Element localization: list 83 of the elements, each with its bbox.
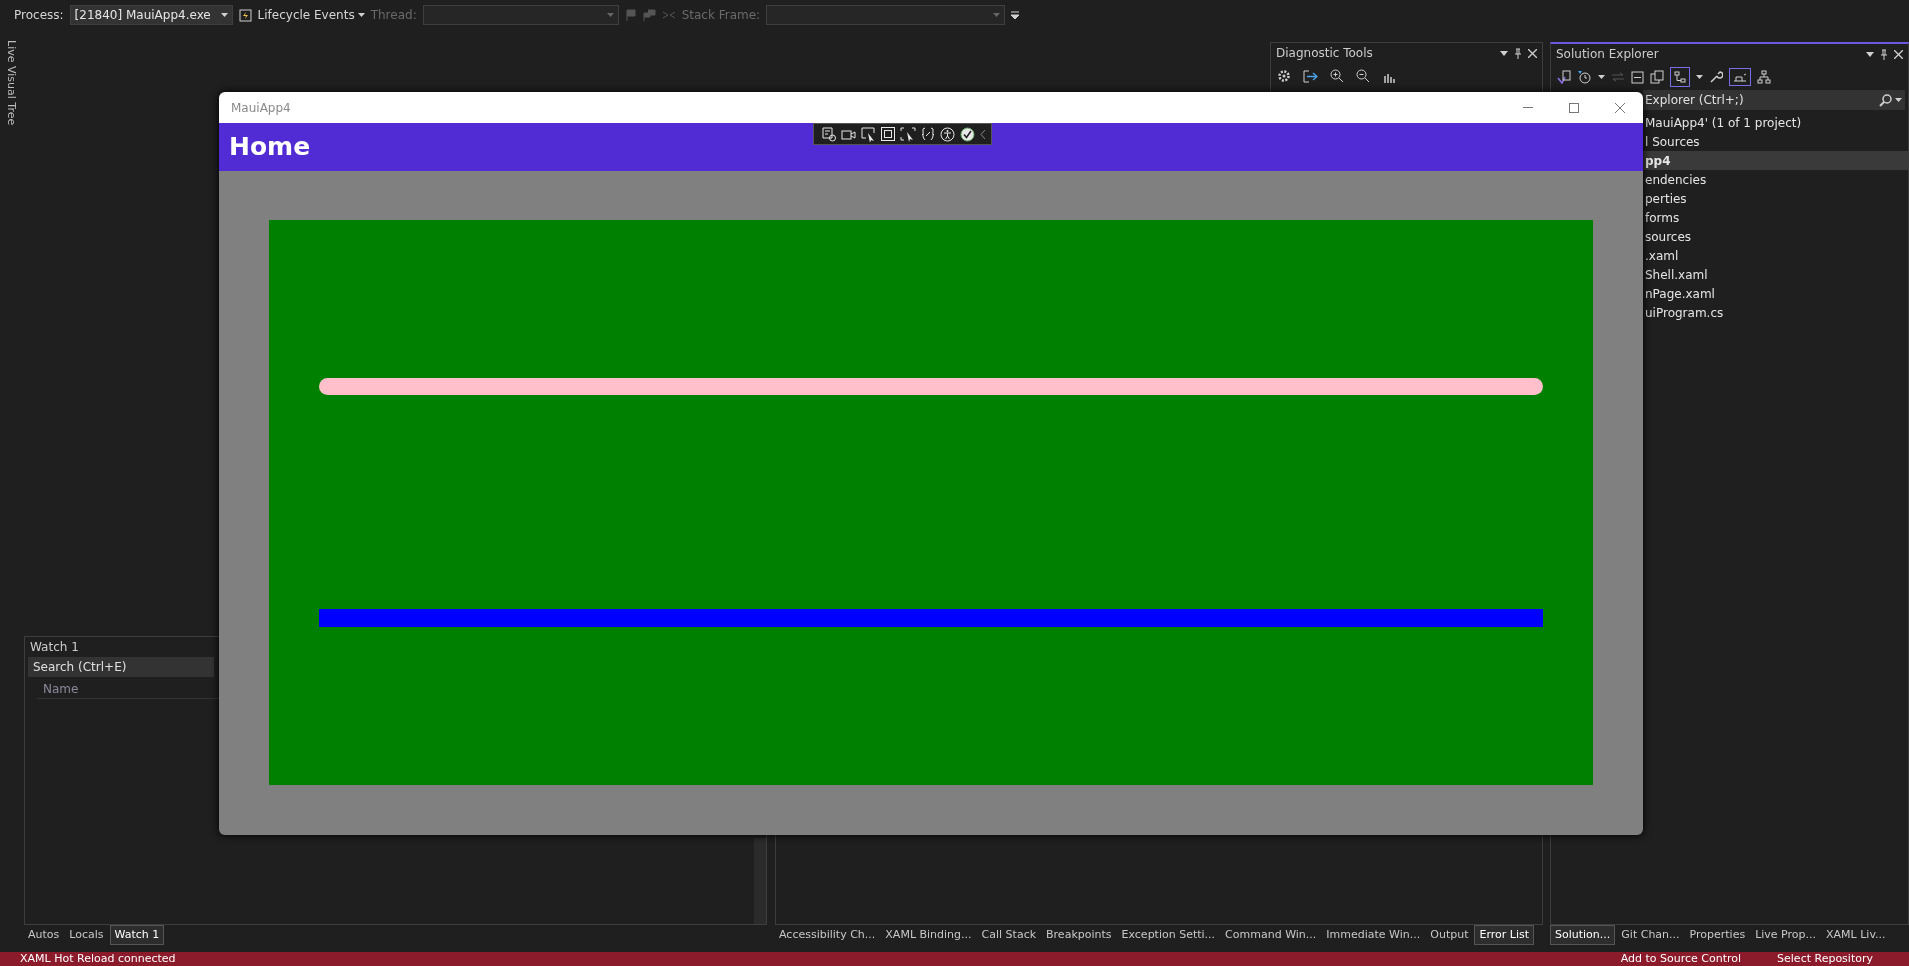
panel-title: Watch 1 (30, 639, 79, 656)
window-title: MauiApp4 (231, 99, 291, 117)
panel-tab[interactable]: XAML Binding... (881, 925, 976, 945)
caret-icon[interactable] (1598, 75, 1605, 79)
search-field[interactable]: Search (Ctrl+E) (28, 657, 214, 677)
tree-item[interactable]: uiProgram.cs (1643, 303, 1908, 322)
panel-tab[interactable]: Breakpoints (1042, 925, 1116, 945)
tree-item[interactable]: l Sources (1643, 132, 1908, 151)
lifecycle-events-button[interactable]: Lifecycle Events (257, 6, 365, 24)
tree-item[interactable]: MauiApp4' (1 of 1 project) (1643, 113, 1908, 132)
panel-tab[interactable]: Command Win... (1221, 925, 1321, 945)
panel-tab[interactable]: Git Chan... (1617, 925, 1684, 945)
tree-item[interactable]: pp4 (1643, 151, 1908, 170)
settings-icon[interactable] (1277, 69, 1291, 83)
stack-frame-label: Stack Frame: (681, 7, 761, 24)
overflow-icon[interactable] (1011, 11, 1020, 19)
minimize-icon (1523, 107, 1533, 108)
process-dropdown[interactable]: [21840] MauiApp4.exe (69, 5, 233, 25)
view-switch-button[interactable] (1670, 67, 1690, 87)
lifecycle-icon[interactable] (238, 8, 252, 22)
caret-icon[interactable] (220, 13, 228, 17)
panel-tab[interactable]: Immediate Win... (1322, 925, 1425, 945)
column-header[interactable]: Name (37, 680, 85, 698)
panel-tab[interactable]: Exception Setti... (1117, 925, 1220, 945)
caret-icon[interactable] (1895, 98, 1902, 102)
tree-item[interactable]: nPage.xaml (1643, 284, 1908, 303)
tree-item[interactable]: perties (1643, 189, 1908, 208)
zoom-in-icon[interactable] (1330, 69, 1344, 83)
panel-title: Solution Explorer (1556, 46, 1659, 63)
panel-tab[interactable]: Watch 1 (109, 924, 165, 946)
check-icon[interactable] (960, 126, 975, 142)
panel-tab[interactable]: Live Prop... (1751, 925, 1821, 945)
select-element-icon[interactable] (861, 126, 876, 142)
caret-icon[interactable] (1696, 75, 1703, 79)
tree-item[interactable]: Shell.xaml (1643, 265, 1908, 284)
pin-icon[interactable] (1880, 48, 1888, 60)
status-button[interactable]: Add to Source Control (1620, 950, 1742, 966)
accessibility-icon[interactable] (940, 126, 955, 142)
panel-tab[interactable]: Locals (65, 925, 108, 945)
track-focus-icon[interactable] (900, 126, 916, 142)
dropdown-icon[interactable] (1500, 50, 1508, 56)
binding-icon[interactable] (921, 127, 935, 141)
tree-item[interactable]: forms (1643, 208, 1908, 227)
wrench-icon[interactable] (1709, 70, 1723, 84)
panel-tab[interactable]: Error List (1474, 924, 1534, 946)
export-icon[interactable] (1303, 69, 1318, 83)
collapse-icon[interactable] (1631, 70, 1644, 84)
camera-icon[interactable] (841, 128, 856, 140)
panel-tab[interactable]: Autos (24, 925, 64, 945)
visual-tree-icon[interactable] (822, 126, 836, 142)
panel-tab[interactable]: Call Stack (977, 925, 1041, 945)
history-icon[interactable] (1577, 70, 1592, 84)
hierarchy-icon (1674, 71, 1686, 83)
tree-item[interactable]: sources (1643, 227, 1908, 246)
diagram-icon[interactable] (1757, 70, 1771, 84)
tree-item[interactable]: .xaml (1643, 246, 1908, 265)
scrollbar[interactable] (754, 838, 766, 924)
status-message: XAML Hot Reload connected (20, 950, 176, 966)
panel-tab[interactable]: Output (1426, 925, 1473, 945)
layout-adorner-icon[interactable] (881, 127, 895, 141)
close-icon[interactable] (1528, 48, 1537, 58)
panel-tab[interactable]: Solution... (1550, 924, 1616, 946)
side-tab[interactable]: Live Visual Tree (2, 40, 20, 126)
dropdown-icon[interactable] (1866, 51, 1874, 57)
thread-label: Thread: (370, 7, 417, 24)
tree-item[interactable]: endencies (1643, 170, 1908, 189)
maximize-icon (1569, 102, 1579, 113)
page-title: Home (229, 131, 311, 164)
copy-icon[interactable] (1650, 70, 1664, 84)
pin-icon[interactable] (1514, 47, 1522, 59)
status-button[interactable]: Select Repository (1777, 950, 1873, 966)
close-icon (1615, 102, 1625, 113)
caret-icon[interactable] (357, 13, 365, 17)
panel-tab[interactable]: Properties (1685, 925, 1750, 945)
panel-tab[interactable]: Accessibility Ch... (775, 925, 880, 945)
search-icon[interactable] (1879, 93, 1892, 107)
close-icon[interactable] (1894, 49, 1903, 59)
preview-button[interactable] (1729, 68, 1751, 86)
panel-title: Diagnostic Tools (1276, 45, 1373, 62)
preview-icon (1733, 72, 1747, 82)
process-label: Process: (14, 7, 64, 24)
panel-tab[interactable]: XAML Liv... (1822, 925, 1890, 945)
zoom-out-icon[interactable] (1356, 69, 1370, 83)
